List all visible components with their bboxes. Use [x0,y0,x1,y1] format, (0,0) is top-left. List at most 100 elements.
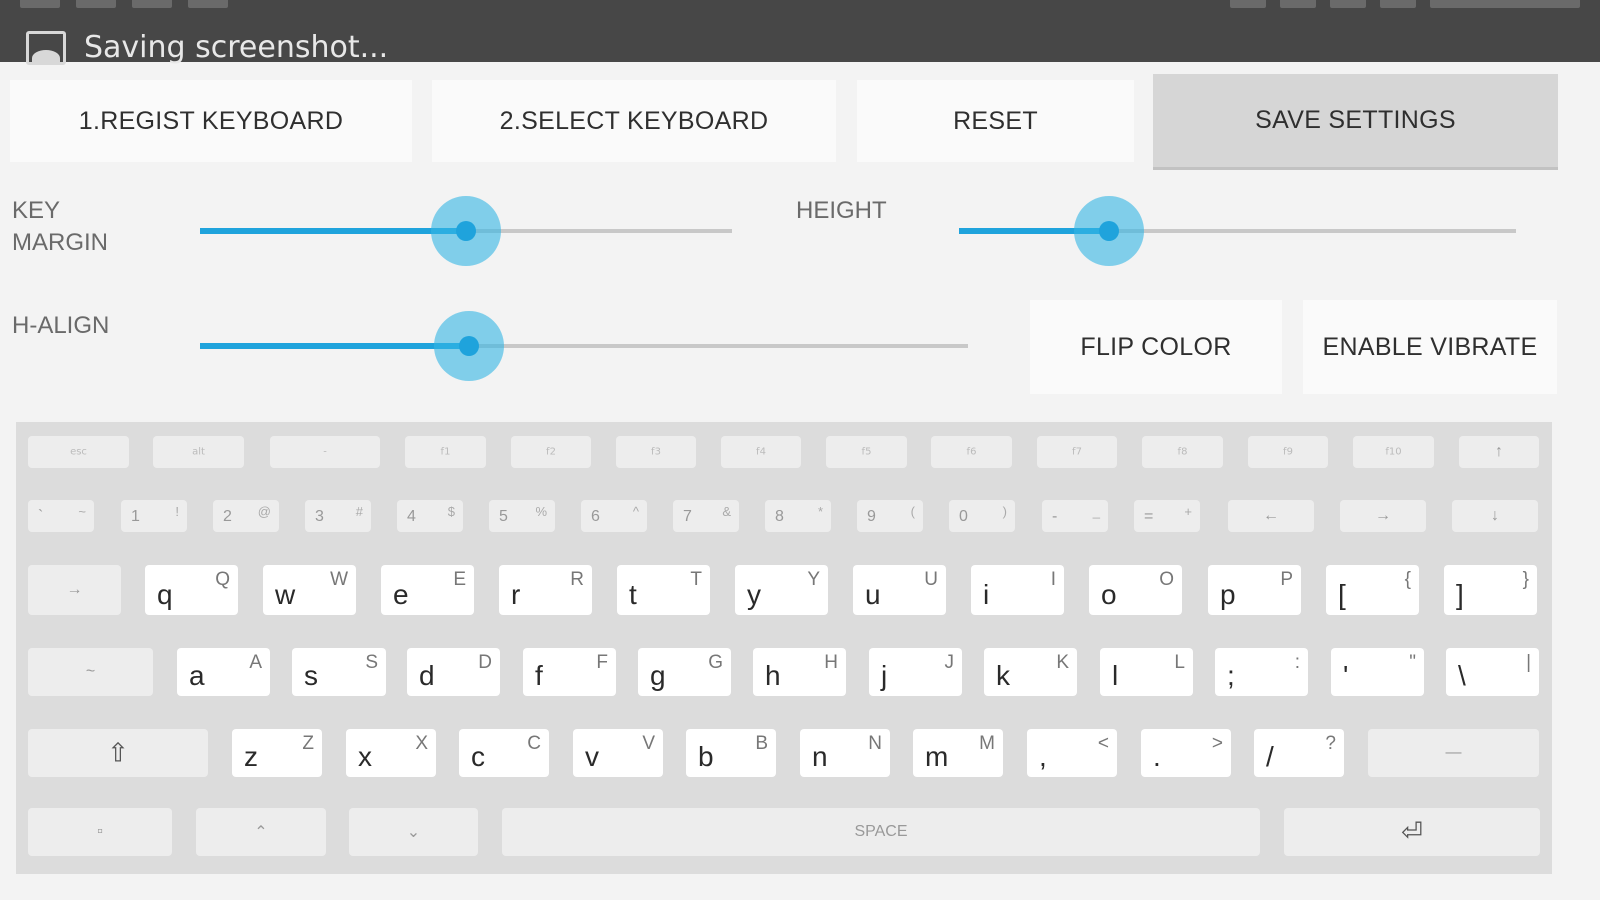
key-letter: nN [800,729,890,777]
height-slider[interactable] [959,196,1516,266]
key-shift-char: Q [215,569,230,590]
key-number: 3 # [305,500,371,532]
key-letter: vV [573,729,663,777]
key-main-char: 0 [959,508,968,525]
key-shift-char: ~ [78,504,86,519]
select-keyboard-button[interactable]: 2.SELECT KEYBOARD [432,80,836,162]
key-special: ← [1228,500,1314,532]
key-label: ⇧ [107,737,129,768]
key-letter: dD [407,648,500,696]
key-shift-char: W [330,569,348,590]
key-main-char: f [535,660,543,691]
key-main-char: 3 [315,508,324,525]
key-letter: zZ [232,729,322,777]
key-main-char: c [471,741,485,772]
slider-thumb[interactable] [431,196,501,266]
key-label: f8 [1177,446,1188,458]
key-shift-char: R [570,569,584,590]
key-function: f8 [1142,436,1223,468]
reset-button[interactable]: RESET [857,80,1134,162]
key-main-char: k [996,660,1010,691]
key-letter: , < [1027,729,1117,777]
key-letter: lL [1100,648,1193,696]
key-function: f5 [826,436,907,468]
key-margin-slider[interactable] [200,196,732,266]
key-main-char: s [304,660,318,691]
key-shift-char: > [1211,733,1223,754]
key-shift-char: ? [1325,733,1336,754]
key-main-char: 5 [499,508,508,525]
key-letter: wW [263,565,356,615]
key-shift-char: D [478,652,492,673]
key-main-char: , [1039,741,1047,772]
key-shift-char: X [415,733,428,754]
key-shift-char: | [1526,652,1531,673]
key-label: — [1445,744,1462,761]
key-main-char: 1 [131,508,140,525]
key-number: 9( [857,500,923,532]
key-main-char: [ [1338,579,1346,610]
key-shift-char: Y [807,569,820,590]
key-shift-char: # [355,504,363,519]
key-main-char: / [1266,741,1274,772]
key-shift-char: C [527,733,541,754]
key-shift-char: { [1404,569,1411,590]
regist-keyboard-button[interactable]: 1.REGIST KEYBOARD [10,80,412,162]
key-letter: oO [1089,565,1182,615]
slider-fill [200,343,469,349]
save-settings-button[interactable]: SAVE SETTINGS [1153,74,1558,170]
key-label: f2 [546,446,556,458]
key-special: ⏎ [1284,808,1540,856]
key-number: 7 & [673,500,739,532]
key-shift-char: " [1409,652,1416,673]
key-letter: xX [346,729,436,777]
notification-icon [76,0,116,8]
key-number: 1! [121,500,187,532]
key-letter: uU [853,565,946,615]
key-main-char: i [983,579,990,610]
key-shift-char: L [1174,652,1185,673]
flip-color-button[interactable]: FLIP COLOR [1030,300,1282,394]
key-function: esc [28,436,129,468]
key-main-char: u [865,579,881,610]
key-label: ← [1263,507,1279,524]
notification-icon [132,0,172,8]
key-shift-char: F [596,652,608,673]
key-shift-char: : [1294,652,1300,673]
h-align-slider[interactable] [200,311,968,381]
key-shift-char: G [708,652,723,673]
key-shift-char: ) [1002,504,1007,519]
key-label: esc [70,446,87,458]
key-main-char: m [925,741,949,772]
key-letter: iI [971,565,1064,615]
key-shift-char: A [249,652,262,673]
key-shift-char: $ [447,504,455,519]
key-main-char: 2 [223,508,232,525]
key-number: 8 * [765,500,831,532]
key-label: ↓ [1491,507,1499,524]
h-align-label: H-ALIGN [12,312,110,339]
key-letter: tT [617,565,710,615]
key-main-char: ] [1456,579,1464,610]
signal-icon [1330,0,1366,8]
key-shift-char: N [868,733,882,754]
key-function: alt [153,436,244,468]
enable-vibrate-button[interactable]: ENABLE VIBRATE [1303,300,1557,394]
key-number: 6 ^ [581,500,647,532]
key-letter: sS [292,648,386,696]
key-main-char: j [881,660,888,691]
key-main-char: o [1101,579,1117,610]
slider-thumb[interactable] [1074,196,1145,266]
system-icons [1230,0,1580,8]
slider-thumb[interactable] [433,311,504,381]
key-main-char: w [275,579,296,610]
key-main-char: h [765,660,781,691]
key-number: - _ [1042,500,1108,532]
key-shift-char: E [453,569,466,590]
key-main-char: g [650,660,666,691]
key-main-char: a [189,660,205,691]
key-number: ` ~ [28,500,94,532]
key-shift-char: M [979,733,995,754]
key-special: ↑ [1459,436,1539,468]
key-shift-char: & [722,504,731,519]
